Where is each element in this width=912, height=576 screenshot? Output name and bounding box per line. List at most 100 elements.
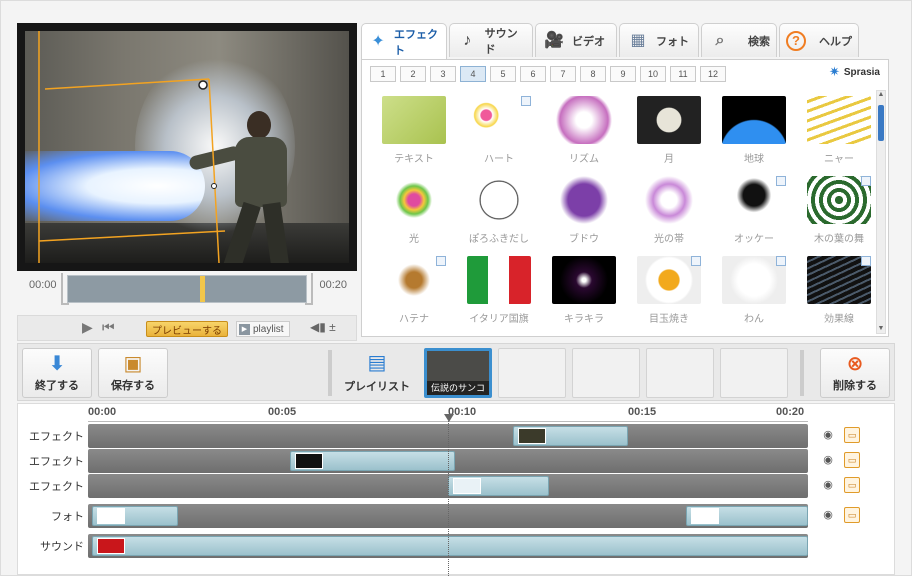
scroll-down-icon[interactable]: ▼	[877, 324, 885, 334]
video-preview[interactable]	[17, 23, 357, 271]
effect-item[interactable]: テキスト	[374, 92, 454, 172]
timeline-clip[interactable]	[685, 506, 808, 526]
effect-guide-lines[interactable]	[25, 31, 349, 263]
playhead[interactable]	[444, 414, 454, 576]
finish-button[interactable]: ⬇ 終了する	[22, 348, 92, 398]
timeline-clip[interactable]	[448, 476, 549, 496]
playlist-slot-selected[interactable]: 伝説のサンコ	[424, 348, 492, 398]
tab-photo-label: フォト	[656, 35, 689, 48]
range-right-handle[interactable]	[305, 273, 313, 305]
eye-icon[interactable]: ◉	[820, 509, 836, 521]
page-button-1[interactable]: 1	[370, 66, 396, 82]
skip-back-icon[interactable]: ⏮	[102, 320, 115, 334]
eye-icon[interactable]: ◉	[820, 429, 836, 441]
scrub-position-marker[interactable]	[200, 276, 205, 302]
scroll-up-icon[interactable]: ▲	[877, 90, 885, 100]
effect-item-label: ニャー	[824, 154, 854, 165]
tab-video-label: ビデオ	[572, 35, 605, 48]
tab-sound-label: サウンド	[484, 27, 518, 56]
playlist-slot-empty[interactable]	[720, 348, 788, 398]
tab-search-label: 検索	[748, 35, 770, 48]
effect-item[interactable]: オッケー	[714, 172, 794, 252]
page-button-5[interactable]: 5	[490, 66, 516, 82]
tab-search[interactable]: ⌕ 検索	[701, 23, 777, 57]
page-button-4[interactable]: 4	[460, 66, 486, 82]
playlist-slot-empty[interactable]	[646, 348, 714, 398]
effect-thumbnail	[637, 176, 701, 224]
effect-item-label: 効果線	[824, 314, 854, 325]
track-row: エフェクト ◉ ▭	[18, 449, 896, 473]
delete-button[interactable]: ⊗ 削除する	[820, 348, 890, 398]
playlist-button[interactable]: ▶ playlist	[236, 321, 290, 337]
effect-item[interactable]: 光の帯	[629, 172, 709, 252]
effect-item[interactable]: イタリア国旗	[459, 252, 539, 332]
page-button-8[interactable]: 8	[580, 66, 606, 82]
page-button-2[interactable]: 2	[400, 66, 426, 82]
effect-item[interactable]: キラキラ	[544, 252, 624, 332]
tab-effect[interactable]: ✦ エフェクト	[361, 23, 447, 59]
effect-item[interactable]: 月	[629, 92, 709, 172]
tab-help[interactable]: ? ヘルプ	[779, 23, 859, 57]
effect-item[interactable]: ハート	[459, 92, 539, 172]
playlist-slot-empty[interactable]	[498, 348, 566, 398]
eye-icon[interactable]: ◉	[820, 454, 836, 466]
effect-item[interactable]: 地球	[714, 92, 794, 172]
effect-thumbnail	[552, 256, 616, 304]
playhead-handle[interactable]	[444, 414, 454, 422]
effect-item[interactable]: 光	[374, 172, 454, 252]
tab-photo[interactable]: ▦ フォト	[619, 23, 699, 57]
eye-icon[interactable]: ◉	[820, 479, 836, 491]
music-note-icon: ♪	[463, 31, 472, 49]
scrollbar-thumb[interactable]	[878, 105, 884, 141]
effect-thumbnail	[637, 96, 701, 144]
page-button-3[interactable]: 3	[430, 66, 456, 82]
save-button[interactable]: ▣ 保存する	[98, 348, 168, 398]
effect-item-label: わん	[744, 314, 764, 325]
save-button-label: 保存する	[111, 380, 155, 392]
brand-name: Sprasia	[843, 66, 880, 78]
page-button-10[interactable]: 10	[640, 66, 666, 82]
timeline-clip[interactable]	[91, 536, 808, 556]
page-button-6[interactable]: 6	[520, 66, 546, 82]
tab-video[interactable]: 🎥 ビデオ	[535, 23, 617, 57]
effect-item[interactable]: わん	[714, 252, 794, 332]
clip-thumbnail	[96, 538, 125, 554]
effect-item[interactable]: リズム	[544, 92, 624, 172]
clip-settings-icon[interactable]: ▭	[844, 452, 860, 468]
track-label: フォト	[51, 511, 84, 523]
clip-settings-icon[interactable]: ▭	[844, 477, 860, 493]
timeline: 00:00 00:05 00:10 00:15 00:20 エフェクト ◉ ▭ エフェクト ◉ ▭…	[17, 403, 896, 576]
effect-thumbnail	[807, 96, 871, 144]
timeline-clip[interactable]	[289, 451, 456, 471]
timeline-clip[interactable]	[91, 506, 178, 526]
page-button-7[interactable]: 7	[550, 66, 576, 82]
effect-thumbnail	[552, 96, 616, 144]
new-badge-icon	[436, 256, 446, 266]
effect-thumbnail	[722, 96, 786, 144]
effect-item-label: リズム	[569, 154, 599, 165]
page-button-11[interactable]: 11	[670, 66, 696, 82]
effect-item[interactable]: ニャー	[799, 92, 879, 172]
effect-thumbnail	[382, 96, 446, 144]
delete-icon: ⊗	[846, 353, 864, 375]
effect-item[interactable]: ブドウ	[544, 172, 624, 252]
page-button-9[interactable]: 9	[610, 66, 636, 82]
clip-settings-icon[interactable]: ▭	[844, 427, 860, 443]
playlist-slot-empty[interactable]	[572, 348, 640, 398]
effect-item[interactable]: 目玉焼き	[629, 252, 709, 332]
preview-button[interactable]: プレビューする	[146, 321, 228, 337]
effect-item[interactable]: ハテナ	[374, 252, 454, 332]
tab-sound[interactable]: ♪ サウンド	[449, 23, 533, 57]
effect-item[interactable]: 木の葉の舞	[799, 172, 879, 252]
page-button-12[interactable]: 12	[700, 66, 726, 82]
timeline-clip[interactable]	[512, 426, 628, 446]
play-icon[interactable]: ▶	[82, 320, 93, 334]
scrub-track[interactable]	[67, 275, 307, 303]
gallery-scrollbar[interactable]: ▲ ▼	[876, 90, 886, 334]
effect-item[interactable]: ぽろふきだし	[459, 172, 539, 252]
clip-settings-icon[interactable]: ▭	[844, 507, 860, 523]
sun-icon: ✷	[828, 64, 840, 79]
playlist-panel[interactable]: ▤ プレイリスト	[334, 348, 420, 398]
effect-item[interactable]: 効果線	[799, 252, 879, 332]
volume-icon[interactable]: ◀▮ ±	[310, 320, 340, 336]
